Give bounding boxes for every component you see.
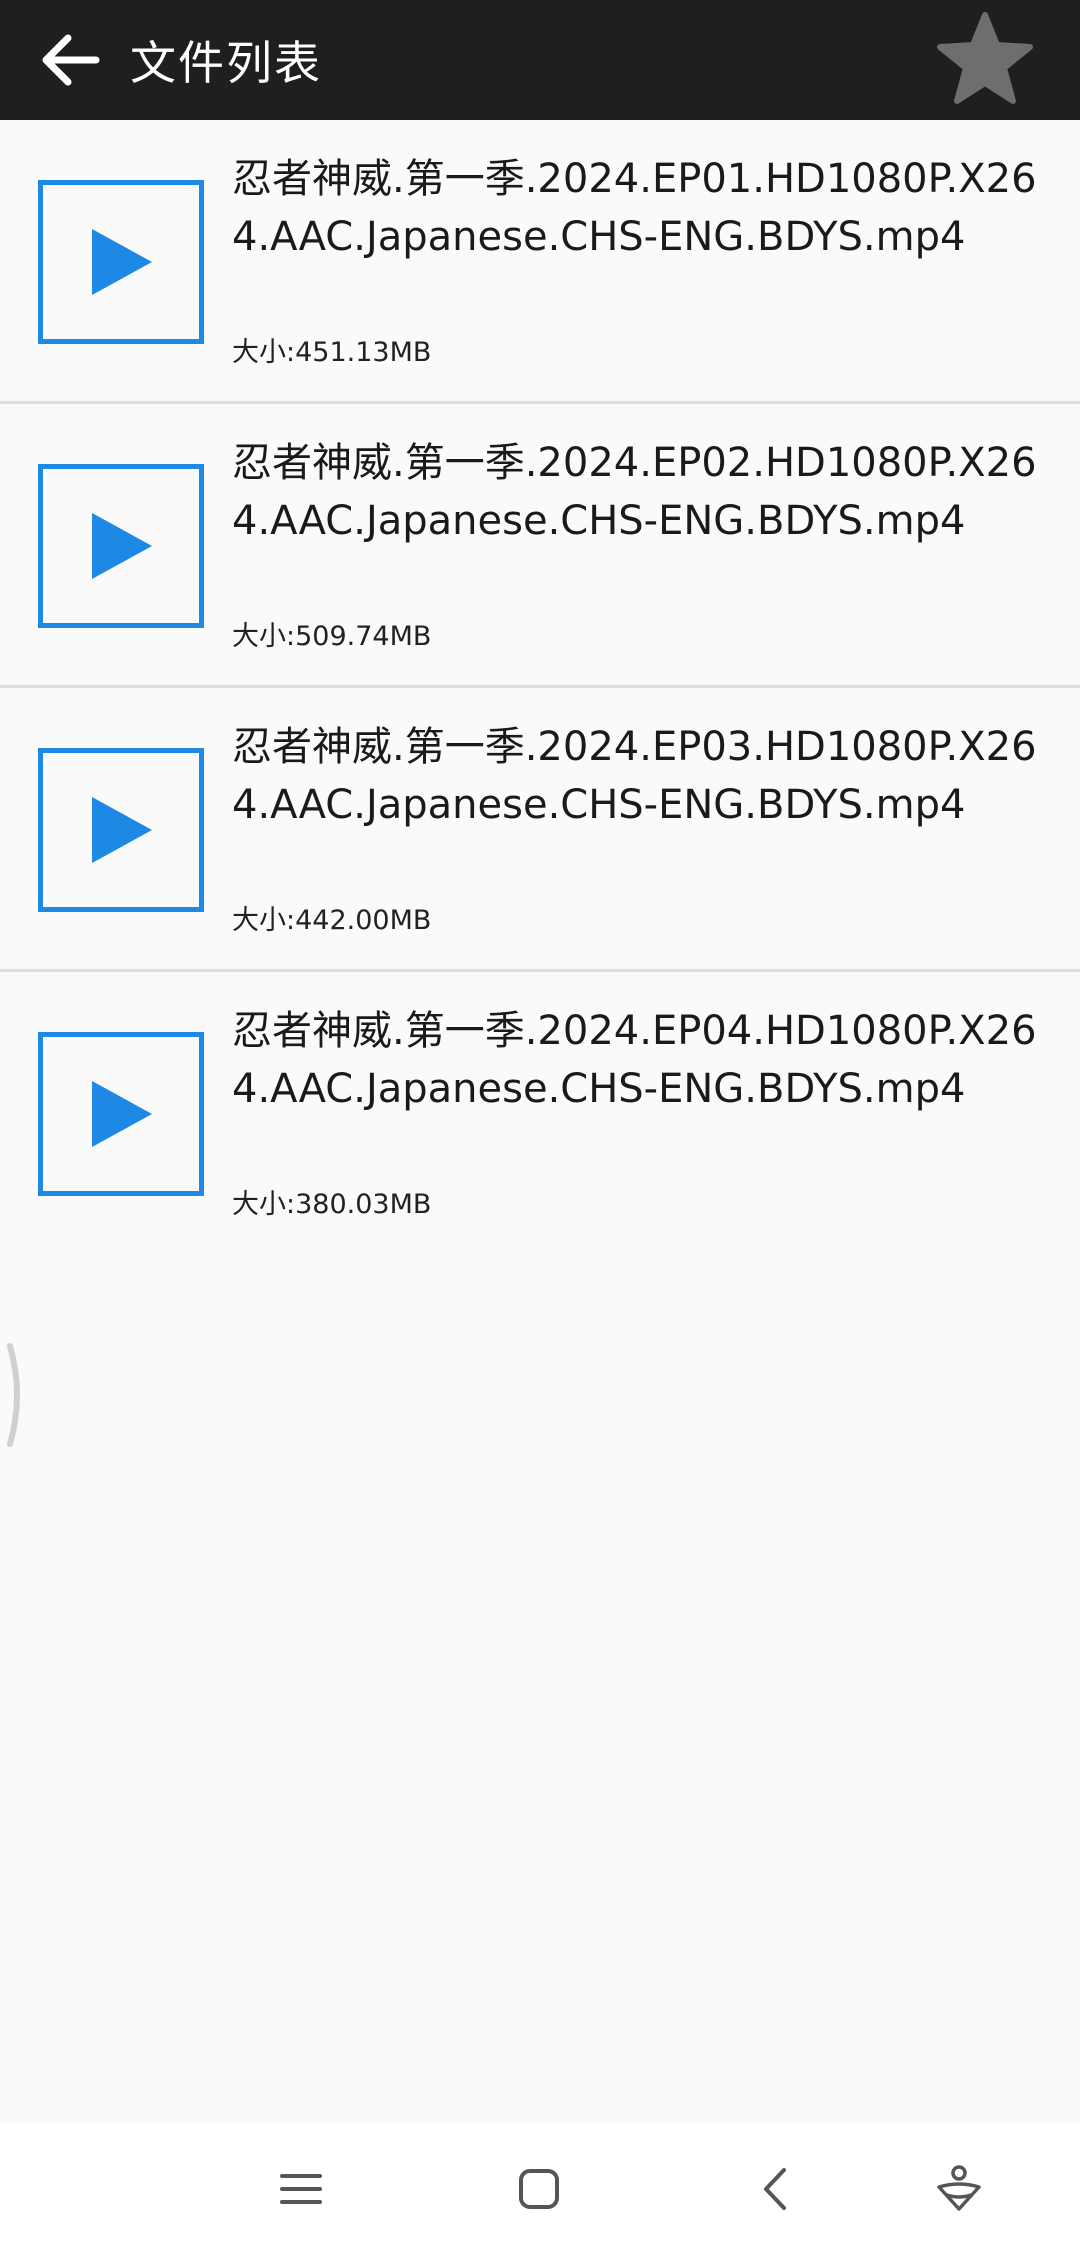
star-icon — [937, 12, 1033, 104]
file-list: 忍者神威.第一季.2024.EP01.HD1080P.X264.AAC.Japa… — [0, 120, 1080, 1256]
back-chevron-icon — [764, 2168, 786, 2210]
play-icon — [92, 797, 152, 863]
menu-icon — [280, 2174, 322, 2204]
file-list-item[interactable]: 忍者神威.第一季.2024.EP01.HD1080P.X264.AAC.Japa… — [0, 120, 1080, 404]
file-name: 忍者神威.第一季.2024.EP01.HD1080P.X264.AAC.Japa… — [232, 156, 1037, 260]
assistant-icon — [937, 2165, 981, 2211]
video-thumbnail — [38, 748, 204, 912]
file-name: 忍者神威.第一季.2024.EP02.HD1080P.X264.AAC.Japa… — [232, 440, 1037, 544]
file-name: 忍者神威.第一季.2024.EP04.HD1080P.X264.AAC.Japa… — [232, 1008, 1037, 1112]
favorite-button[interactable] — [930, 4, 1040, 114]
video-thumbnail — [38, 464, 204, 628]
edge-swipe-handle[interactable] — [4, 1340, 28, 1450]
app-bar: 文件列表 — [0, 0, 1080, 120]
file-size: 大小:509.74MB — [232, 621, 432, 652]
file-list-item[interactable]: 忍者神威.第一季.2024.EP03.HD1080P.X264.AAC.Japa… — [0, 688, 1080, 972]
file-size: 大小:380.03MB — [232, 1189, 432, 1220]
assistant-button[interactable] — [914, 2144, 1004, 2234]
page-title: 文件列表 — [130, 36, 322, 90]
file-list-item[interactable]: 忍者神威.第一季.2024.EP02.HD1080P.X264.AAC.Japa… — [0, 404, 1080, 688]
file-list-item[interactable]: 忍者神威.第一季.2024.EP04.HD1080P.X264.AAC.Japa… — [0, 972, 1080, 1256]
recent-apps-button[interactable] — [256, 2144, 346, 2234]
video-thumbnail — [38, 1032, 204, 1196]
play-icon — [92, 513, 152, 579]
video-thumbnail — [38, 180, 204, 344]
home-button[interactable] — [494, 2144, 584, 2234]
arrow-left-icon — [42, 34, 100, 86]
play-icon — [92, 229, 152, 295]
file-size: 大小:442.00MB — [232, 905, 432, 936]
play-icon — [92, 1081, 152, 1147]
back-button[interactable] — [20, 0, 120, 120]
home-icon — [519, 2169, 559, 2209]
file-size: 大小:451.13MB — [232, 337, 432, 368]
file-name: 忍者神威.第一季.2024.EP03.HD1080P.X264.AAC.Japa… — [232, 724, 1037, 828]
system-nav-bar — [0, 2124, 1080, 2254]
nav-back-button[interactable] — [732, 2144, 822, 2234]
